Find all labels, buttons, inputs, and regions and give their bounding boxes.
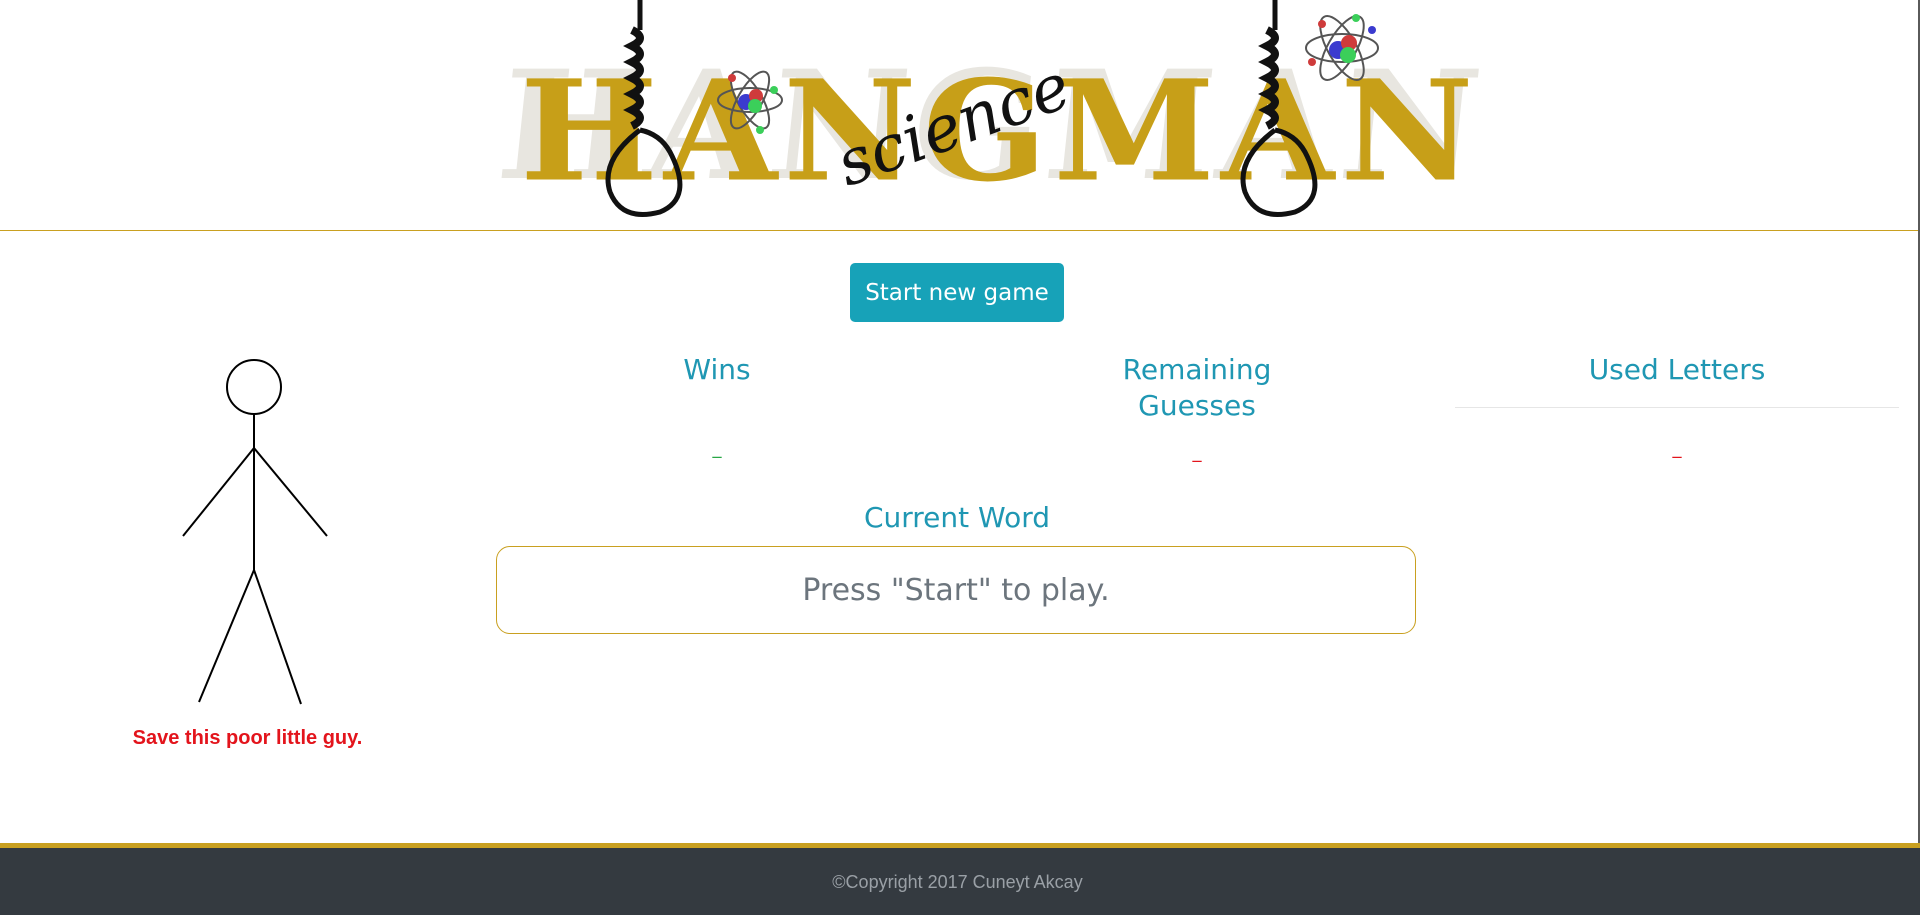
atom-icon [1305, 14, 1379, 81]
hangman-science-logo: HANGMAN HANGMAN science [490, 0, 1494, 230]
current-word-display: Press "Start" to play. [496, 546, 1416, 634]
used-letters-value: _ [1672, 438, 1682, 459]
used-letters-heading: Used Letters [1588, 353, 1766, 386]
current-word-heading: Current Word [863, 501, 1051, 534]
wins-value: _ [712, 438, 722, 459]
divider [1455, 407, 1899, 408]
atom-icon [717, 70, 783, 134]
start-new-game-button[interactable]: Start new game [850, 263, 1064, 322]
remaining-guesses-value: _ [1192, 442, 1202, 463]
page: HANGMAN HANGMAN science Start new game S… [0, 0, 1920, 915]
noose-icon [1240, 0, 1318, 217]
stickman-figure [182, 359, 328, 705]
wins-heading: Wins [683, 353, 751, 386]
logo-decorations [605, 0, 1379, 217]
remaining-guesses-heading: Remaining Guesses [1122, 353, 1272, 422]
copyright-text: ©Copyright 2017 Cuneyt Akcay [832, 872, 1083, 892]
noose-icon [605, 0, 683, 217]
warning-message: Save this poor little guy. [132, 727, 363, 749]
header: HANGMAN HANGMAN science [0, 0, 1920, 231]
